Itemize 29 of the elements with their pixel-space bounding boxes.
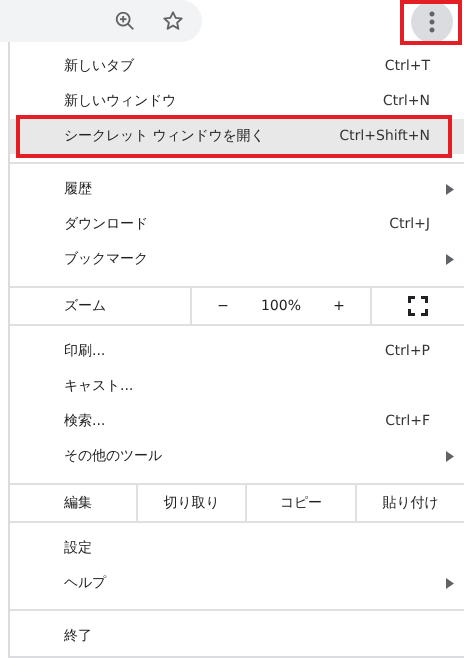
menu-item-label: 終了 bbox=[64, 627, 92, 646]
menu-item-label: シークレット ウィンドウを開く bbox=[64, 127, 264, 146]
menu-item-label: その他のツール bbox=[64, 447, 162, 466]
star-icon[interactable] bbox=[162, 10, 184, 32]
shortcut-text: Ctrl+P bbox=[384, 342, 430, 361]
shortcut-text: Ctrl+Shift+N bbox=[339, 127, 430, 146]
edit-label: 編集 bbox=[63, 494, 93, 512]
zoom-value: 100% bbox=[260, 296, 302, 316]
menu-item-label: 新しいタブ bbox=[64, 57, 134, 76]
menu-item-label: 設定 bbox=[64, 539, 92, 558]
zoom-label: ズーム bbox=[63, 296, 107, 316]
menu-item-label: ヘルプ bbox=[64, 574, 106, 593]
menu-item-label: 印刷... bbox=[64, 342, 106, 361]
shortcut-text: Ctrl+J bbox=[389, 215, 430, 234]
shortcut-text: Ctrl+F bbox=[385, 412, 430, 431]
zoom-in-icon[interactable] bbox=[114, 10, 136, 32]
menu-item-label: 新しいウィンドウ bbox=[64, 92, 176, 111]
address-bar[interactable] bbox=[0, 0, 202, 42]
menu-item-label: 検索... bbox=[64, 412, 106, 431]
menu-item-label: キャスト... bbox=[64, 377, 134, 396]
shortcut-text: Ctrl+N bbox=[382, 92, 430, 111]
menu-item-label: ダウンロード bbox=[64, 215, 148, 234]
shortcut-text: Ctrl+T bbox=[384, 57, 430, 76]
fullscreen-icon[interactable] bbox=[408, 296, 428, 316]
zoom-out-button[interactable]: − bbox=[192, 288, 254, 324]
more-icon bbox=[429, 11, 435, 33]
menu-item-label: 履歴 bbox=[64, 180, 92, 199]
zoom-in-button[interactable]: + bbox=[308, 288, 370, 324]
menu-item-label: ブックマーク bbox=[64, 250, 148, 269]
